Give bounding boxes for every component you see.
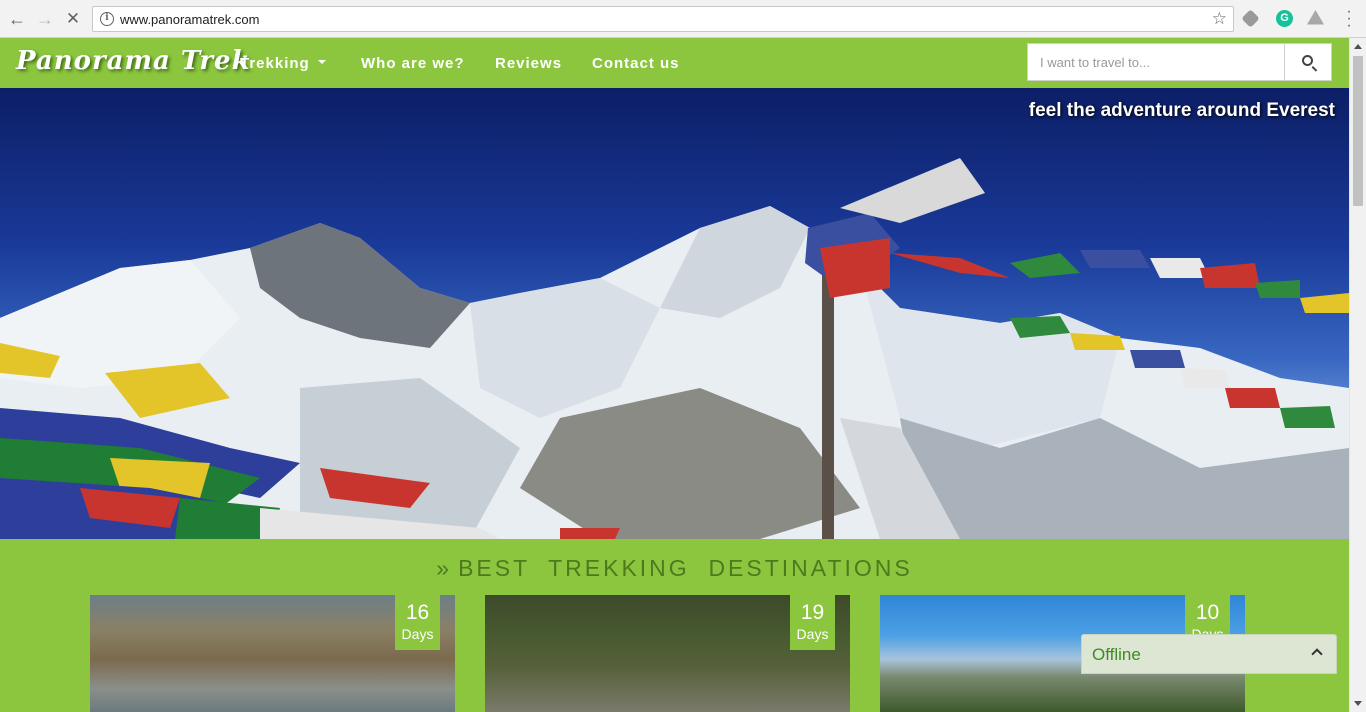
duration-badge: 19 Days — [790, 595, 835, 650]
nav-trekking[interactable]: Trekking — [240, 55, 326, 72]
browser-toolbar: ← → ✕ i www.panoramatrek.com ☆ G · · · — [0, 0, 1366, 38]
menu-icon[interactable]: · · · — [1342, 4, 1356, 34]
grammarly-icon[interactable]: G — [1276, 10, 1293, 27]
duration-unit: Days — [401, 626, 434, 642]
scroll-thumb[interactable] — [1353, 56, 1363, 206]
forward-arrow-icon[interactable]: → — [34, 8, 56, 30]
chevron-up-icon[interactable] — [1311, 648, 1323, 660]
chat-status: Offline — [1092, 645, 1141, 664]
destinations-section: » BEST TREKKING DESTINATIONS 16 Days 19 D… — [0, 539, 1349, 712]
hero-banner: feel the adventure around Everest — [0, 88, 1349, 539]
destination-card[interactable]: 16 Days — [90, 595, 455, 712]
hero-mountain-image — [0, 158, 1349, 539]
search-icon — [1302, 55, 1313, 66]
reload-icon[interactable]: ✕ — [62, 8, 84, 30]
nav-reviews[interactable]: Reviews — [495, 55, 562, 72]
hero-tagline: feel the adventure around Everest — [1028, 100, 1335, 121]
search-button[interactable] — [1284, 44, 1331, 80]
page-viewport: Panorama Trek Trekking Who are we? Revie… — [0, 38, 1349, 712]
nav-contact-us[interactable]: Contact us — [592, 55, 680, 72]
destination-card[interactable]: 19 Days — [485, 595, 850, 712]
scroll-down-icon[interactable] — [1354, 701, 1362, 706]
section-title: » BEST TREKKING DESTINATIONS — [0, 555, 1349, 582]
extension-icon[interactable] — [1241, 9, 1260, 28]
chat-widget[interactable]: Offline — [1081, 634, 1337, 674]
info-icon[interactable]: i — [100, 12, 114, 26]
search-box — [1027, 43, 1332, 81]
section-title-text: BEST TREKKING DESTINATIONS — [458, 555, 913, 581]
caret-down-icon — [317, 60, 326, 65]
drive-icon[interactable] — [1307, 10, 1324, 25]
duration-days: 10 — [1195, 601, 1220, 624]
scroll-up-icon[interactable] — [1354, 44, 1362, 49]
vertical-scrollbar[interactable] — [1349, 38, 1366, 712]
site-navbar: Panorama Trek Trekking Who are we? Revie… — [0, 38, 1349, 88]
duration-unit: Days — [796, 626, 829, 642]
site-logo[interactable]: Panorama Trek — [16, 46, 251, 76]
bookmark-star-icon[interactable]: ☆ — [1212, 9, 1227, 29]
duration-days: 19 — [800, 601, 825, 624]
search-input[interactable] — [1028, 44, 1284, 80]
double-chevron-icon: » — [436, 555, 453, 581]
back-arrow-icon[interactable]: ← — [6, 8, 28, 30]
duration-badge: 16 Days — [395, 595, 440, 650]
duration-days: 16 — [405, 601, 430, 624]
address-bar[interactable]: i www.panoramatrek.com ☆ — [92, 6, 1234, 32]
nav-who-are-we[interactable]: Who are we? — [361, 55, 465, 72]
nav-trekking-label: Trekking — [240, 55, 310, 72]
url-text[interactable]: www.panoramatrek.com — [120, 12, 259, 27]
